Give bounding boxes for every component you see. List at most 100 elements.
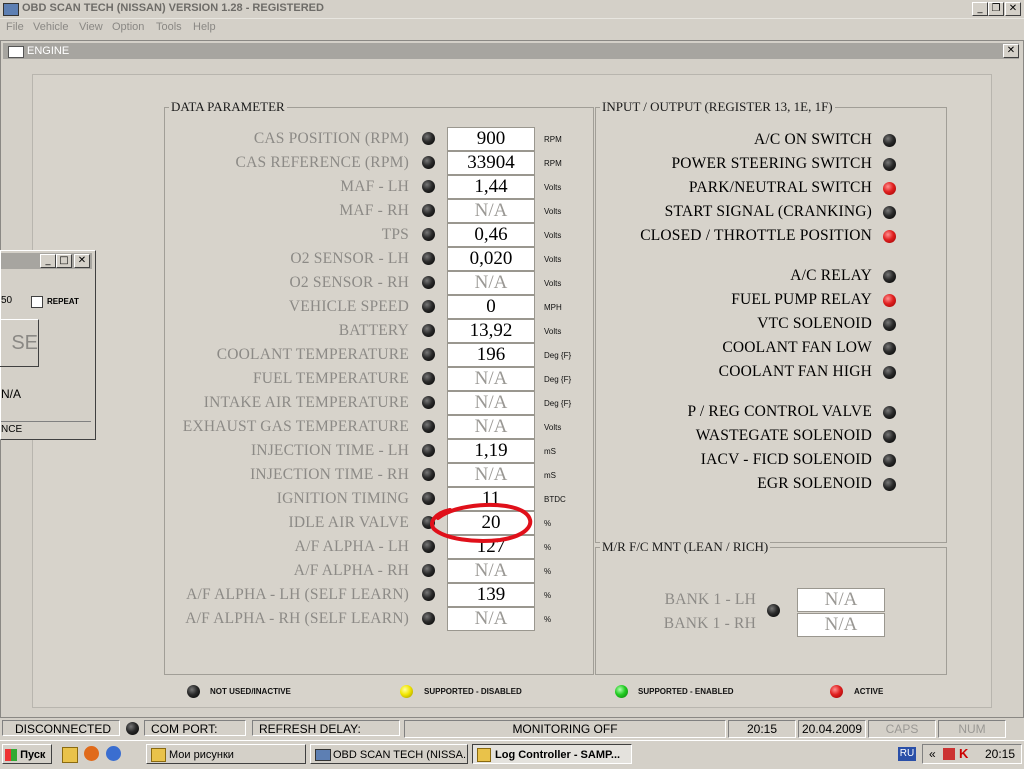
menu-help[interactable]: Help xyxy=(193,21,216,33)
legend-enabled-dot xyxy=(615,685,628,698)
legend-disabled-label: SUPPORTED - DISABLED xyxy=(424,687,522,696)
io-label: A/C ON SWITCH xyxy=(754,131,872,148)
io-label: IACV - FICD SOLENOID xyxy=(700,451,872,468)
io-status-indicator xyxy=(883,270,896,283)
tray-expand-icon[interactable]: « xyxy=(929,747,936,761)
io-status-indicator xyxy=(883,134,896,147)
param-label: CAS POSITION (RPM) xyxy=(253,130,409,147)
task-obd-scan-tech[interactable]: OBD SCAN TECH (NISSA... xyxy=(310,744,468,764)
mr-fc-label-lh: BANK 1 - LH xyxy=(664,591,756,608)
param-label: A/F ALPHA - LH (SELF LEARN) xyxy=(186,586,409,603)
param-label: INJECTION TIME - RH xyxy=(250,466,409,483)
task-my-pictures[interactable]: Мои рисунки xyxy=(146,744,306,764)
param-indicator xyxy=(422,348,435,361)
param-indicator xyxy=(422,588,435,601)
tray-kaspersky-icon[interactable]: K xyxy=(959,746,968,761)
app-task-icon xyxy=(315,749,331,761)
window-icon xyxy=(8,46,24,58)
engine-close-button[interactable]: ✕ xyxy=(1003,44,1019,58)
small-dialog-footer: NCE xyxy=(1,421,91,437)
param-label: MAF - LH xyxy=(340,178,409,195)
legend-active-label: ACTIVE xyxy=(854,687,884,696)
param-indicator xyxy=(422,468,435,481)
io-label: FUEL PUMP RELAY xyxy=(731,291,872,308)
engine-title: ENGINE xyxy=(27,45,70,57)
io-status-indicator xyxy=(883,454,896,467)
param-unit: % xyxy=(544,615,552,624)
param-unit: Volts xyxy=(544,279,562,288)
taskbar: Пуск Мои рисунки OBD SCAN TECH (NISSA...… xyxy=(0,740,1024,769)
param-unit: RPM xyxy=(544,159,562,168)
status-connection: DISCONNECTED xyxy=(2,720,120,736)
status-connection-dot xyxy=(126,722,139,735)
io-status-indicator xyxy=(883,406,896,419)
data-parameter-title: DATA PARAMETER xyxy=(169,99,287,115)
param-value: N/A xyxy=(447,607,535,631)
param-unit: mS xyxy=(544,471,556,480)
io-status-indicator xyxy=(883,478,896,491)
app-icon xyxy=(3,3,19,16)
menu-option[interactable]: Option xyxy=(112,21,144,33)
io-status-indicator xyxy=(883,318,896,331)
legend-active-dot xyxy=(830,685,843,698)
status-date: 20.04.2009 xyxy=(798,720,866,738)
status-bar: DISCONNECTED COM PORT: REFRESH DELAY: MO… xyxy=(0,718,1024,738)
param-unit: Volts xyxy=(544,255,562,264)
small-dialog-num: 50 xyxy=(1,295,13,306)
param-unit: MPH xyxy=(544,303,562,312)
restore-button[interactable]: ❐ xyxy=(988,2,1004,16)
small-dialog-maximize[interactable]: □ xyxy=(56,254,72,268)
io-status-indicator xyxy=(883,230,896,243)
param-unit: Deg {F} xyxy=(544,351,572,360)
ie-icon[interactable] xyxy=(106,746,121,761)
param-unit: Deg {F} xyxy=(544,375,572,384)
close-button[interactable]: ✕ xyxy=(1005,2,1021,16)
param-value: 196 xyxy=(447,343,535,367)
menu-file[interactable]: File xyxy=(6,21,24,33)
small-dialog-close[interactable]: ✕ xyxy=(74,254,90,268)
param-value: 0,020 xyxy=(447,247,535,271)
task-log-controller[interactable]: Log Controller - SAMP... xyxy=(472,744,632,764)
io-status-indicator xyxy=(883,430,896,443)
menu-vehicle[interactable]: Vehicle xyxy=(33,21,68,33)
io-label: POWER STEERING SWITCH xyxy=(671,155,872,172)
param-label: INTAKE AIR TEMPERATURE xyxy=(203,394,409,411)
task-label: Мои рисунки xyxy=(169,749,234,761)
app-title-bar: OBD SCAN TECH (NISSAN) VERSION 1.28 - RE… xyxy=(0,0,1024,19)
param-indicator xyxy=(422,372,435,385)
param-unit: Volts xyxy=(544,207,562,216)
app-title: OBD SCAN TECH (NISSAN) VERSION 1.28 - RE… xyxy=(22,2,324,14)
param-value: 0,46 xyxy=(447,223,535,247)
quicklaunch-folder-icon[interactable] xyxy=(62,747,78,763)
system-tray: « K 20:15 xyxy=(922,744,1022,764)
menu-view[interactable]: View xyxy=(79,21,103,33)
tray-network-icon[interactable] xyxy=(943,748,955,760)
param-unit: % xyxy=(544,567,552,576)
param-value: 1,19 xyxy=(447,439,535,463)
minimize-button[interactable]: _ xyxy=(972,2,988,16)
small-dialog-button[interactable]: SE xyxy=(0,319,39,367)
repeat-checkbox[interactable] xyxy=(31,296,43,308)
mr-fc-value-lh: N/A xyxy=(797,588,885,612)
param-label: BATTERY xyxy=(338,322,409,339)
param-unit: RPM xyxy=(544,135,562,144)
io-label: PARK/NEUTRAL SWITCH xyxy=(688,179,872,196)
small-dialog: _ □ ✕ 50 REPEAT SE N/A NCE xyxy=(0,250,96,440)
param-unit: Deg {F} xyxy=(544,399,572,408)
param-unit: Volts xyxy=(544,327,562,336)
status-com-port: COM PORT: xyxy=(144,720,246,736)
start-button[interactable]: Пуск xyxy=(2,744,52,764)
task-label: Log Controller - SAMP... xyxy=(495,749,621,761)
status-time: 20:15 xyxy=(728,720,796,738)
param-label: MAF - RH xyxy=(339,202,409,219)
small-dialog-minimize[interactable]: _ xyxy=(40,254,56,268)
menu-tools[interactable]: Tools xyxy=(156,21,182,33)
param-value: N/A xyxy=(447,367,535,391)
param-indicator xyxy=(422,396,435,409)
mr-fc-title: M/R F/C MNT (LEAN / RICH) xyxy=(600,539,771,555)
firefox-icon[interactable] xyxy=(84,746,99,761)
param-value: 33904 xyxy=(447,151,535,175)
param-unit: % xyxy=(544,519,552,528)
language-indicator[interactable]: RU xyxy=(898,747,916,761)
io-status-indicator xyxy=(883,366,896,379)
